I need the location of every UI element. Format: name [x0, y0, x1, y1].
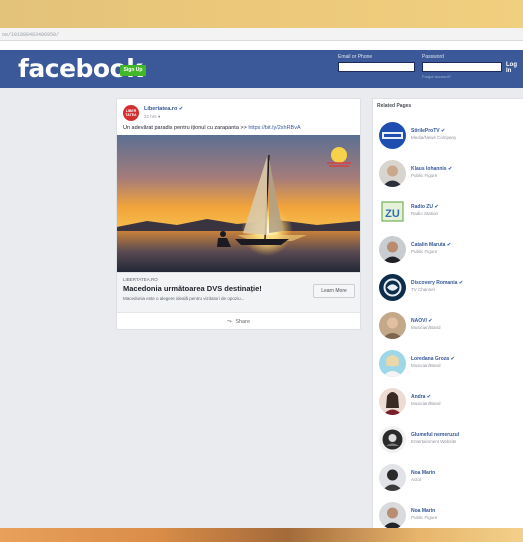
page-avatar-text: LIBER TATEA [125, 109, 137, 117]
naovi-avatar [379, 312, 406, 339]
post-time-text: 22 hrs [144, 114, 157, 119]
post-text: Un adevărat paradis pentru iționul cu za… [123, 125, 301, 131]
page-name[interactable]: Libertatea.ro ✔ [144, 106, 183, 112]
related-page-category: Public Figure [411, 249, 438, 254]
verified-icon: ✔ [450, 356, 455, 362]
related-page-category: Entertainment Website [411, 439, 457, 444]
related-page-item[interactable]: Andra ✔ Musician/Band [373, 385, 523, 421]
related-page-item[interactable]: Noa Marin Actor [373, 461, 523, 497]
page-avatar[interactable]: LIBER TATEA [123, 105, 139, 121]
share-label: Share [235, 319, 251, 325]
signup-button[interactable]: Sign Up [120, 65, 146, 76]
email-field[interactable] [338, 62, 415, 72]
stirileprotv-avatar [379, 122, 406, 149]
verified-icon: ✔ [447, 166, 453, 172]
related-page-name: Catalin Maruta ✔ [411, 242, 452, 248]
related-page-name: Loredana Groza ✔ [411, 356, 455, 362]
related-page-category: Public Figure [411, 515, 438, 520]
noa-marin-avatar-2 [379, 502, 406, 529]
post-body-text: Un adevărat paradis pentru iționul cu za… [123, 125, 247, 131]
related-page-category: TV Channel [411, 287, 435, 292]
related-page-category: Public Figure [411, 173, 438, 178]
verified-icon: ✔ [178, 106, 184, 112]
link-preview[interactable]: LIBERTATEA.RO Macedonia următoarea DVS d… [117, 272, 360, 312]
noa-marin-avatar [379, 464, 406, 491]
related-page-category: Actor [411, 477, 422, 482]
related-page-category: Radio Station [411, 211, 439, 216]
link-preview-domain: LIBERTATEA.RO [123, 277, 158, 282]
related-page-name: Glumeful nemeruzul [411, 432, 460, 438]
related-page-item[interactable]: ZU Radio ZU ✔ Radio Station [373, 195, 523, 231]
related-page-item[interactable]: StirileProTV ✔ Media/News Company [373, 119, 523, 155]
browser-gap [0, 41, 523, 50]
related-page-item[interactable]: Klaus Iohannis ✔ Public Figure [373, 157, 523, 193]
related-page-item[interactable]: Glumeful nemeruzul Entertainment Website [373, 423, 523, 459]
link-preview-title[interactable]: Macedonia următoarea DVS destinație! [123, 284, 262, 293]
link-preview-description: Macedonia este o alegere ideală pentru v… [123, 296, 245, 301]
address-bar[interactable]: oe/101808403406950/ [0, 28, 523, 41]
verified-icon: ✔ [446, 242, 452, 248]
related-pages-panel: Related Pages StirileProTV ✔ Media/News … [372, 98, 523, 529]
related-page-name: StirileProTV ✔ [411, 128, 446, 134]
forgot-account-link[interactable]: Forgot account? [422, 74, 451, 79]
address-url: oe/101808403406950/ [2, 32, 60, 38]
verified-icon: ✔ [441, 128, 446, 134]
related-page-category: Media/News Company [411, 135, 457, 140]
password-field[interactable] [422, 62, 502, 72]
login-button[interactable]: Log In [506, 62, 523, 74]
browser-top-strip [0, 0, 523, 28]
related-page-item[interactable]: Catalin Maruta ✔ Public Figure [373, 233, 523, 269]
klaus-iohannis-avatar [379, 160, 406, 187]
globe-icon: ● [157, 114, 161, 119]
catalin-maruta-avatar [379, 236, 406, 263]
verified-icon: ✔ [458, 280, 464, 286]
related-page-item[interactable]: Discovery Romania ✔ TV Channel [373, 271, 523, 307]
verified-icon: ✔ [428, 318, 433, 324]
share-button[interactable]: ⤳ Share [117, 312, 360, 330]
verified-icon: ✔ [426, 394, 432, 400]
radio-zu-avatar: ZU [379, 198, 406, 225]
learn-more-button[interactable]: Learn More [313, 284, 355, 298]
andra-avatar [379, 388, 406, 415]
loredana-groza-avatar [379, 350, 406, 377]
related-page-item[interactable]: NAOVI ✔ Musician/Band [373, 309, 523, 345]
post-image-sailboat[interactable] [117, 135, 360, 272]
related-page-name: Noa Marin [411, 508, 436, 514]
related-page-name: Klaus Iohannis ✔ [411, 166, 453, 172]
svg-text:ZU: ZU [385, 208, 400, 220]
related-pages-title: Related Pages [377, 103, 412, 109]
verified-icon: ✔ [434, 204, 439, 210]
facebook-header: facebook Sign Up Email or Phone Password… [0, 50, 523, 88]
related-page-category: Musician/Band [411, 325, 441, 330]
related-page-name: NAOVI ✔ [411, 318, 433, 324]
related-page-name: Discovery Romania ✔ [411, 280, 464, 286]
discovery-avatar [379, 274, 406, 301]
password-label: Password [422, 54, 444, 60]
related-page-name: Noa Marin [411, 470, 436, 476]
page-name-text: Libertatea.ro [144, 106, 178, 112]
post-card: LIBER TATEA Libertatea.ro ✔ 22 hrs ● Un … [116, 98, 361, 330]
related-page-name: Radio ZU ✔ [411, 204, 439, 210]
related-page-item[interactable]: Loredana Groza ✔ Musician/Band [373, 347, 523, 383]
related-page-category: Musician/Band [411, 363, 441, 368]
email-label: Email or Phone [338, 54, 373, 60]
sunset-sailboat-photo [117, 135, 360, 272]
glumeful-avatar [379, 426, 406, 453]
share-icon: ⤳ [226, 319, 232, 325]
browser-bottom-strip [0, 528, 523, 542]
post-link[interactable]: https://bit.ly/2xhRBvA [248, 125, 300, 131]
related-page-name: Andra ✔ [411, 394, 432, 400]
post-timestamp[interactable]: 22 hrs ● [144, 114, 161, 119]
related-page-category: Musician/Band [411, 401, 441, 406]
